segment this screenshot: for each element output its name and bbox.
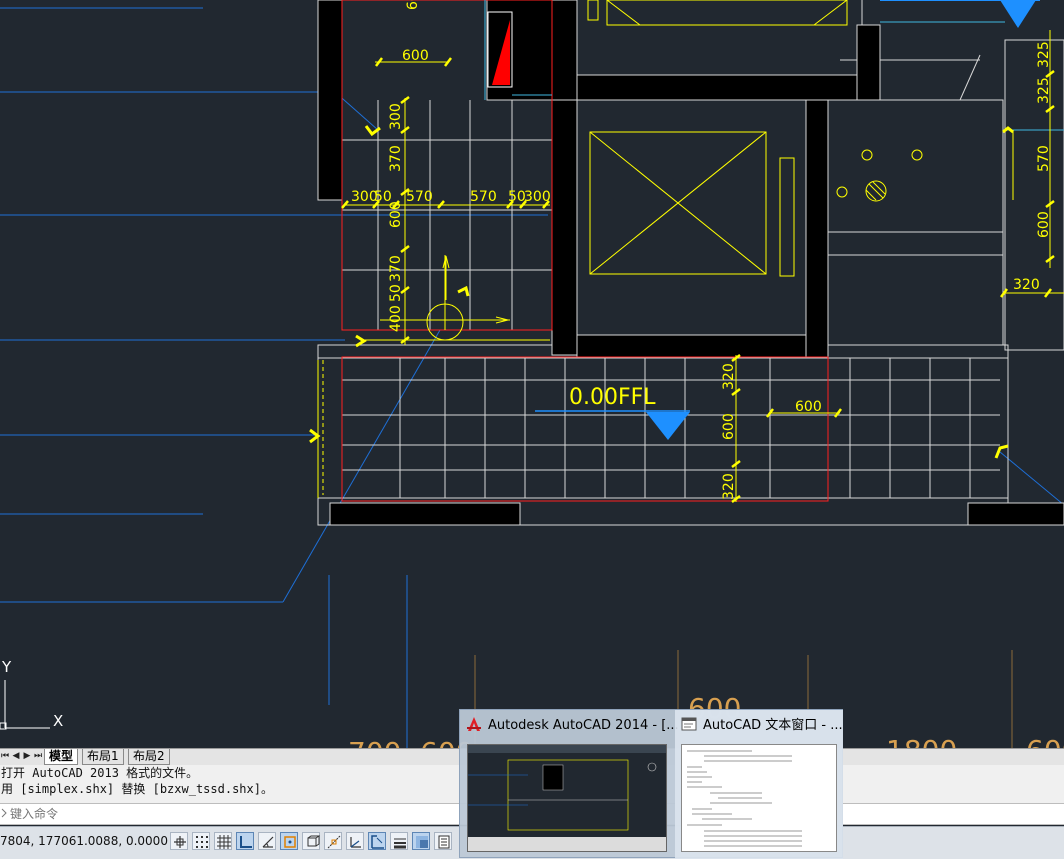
dim-left-50: 50 — [388, 284, 404, 302]
grid-display-toggle[interactable] — [214, 832, 232, 850]
dim-lower-600-horizontal: 600 — [795, 399, 822, 415]
3d-object-snap-toggle[interactable] — [302, 832, 320, 850]
tab-layout2[interactable]: 布局2 — [128, 749, 170, 765]
preview-thumbnail-text-window — [681, 744, 837, 852]
dim-right-325-a: 325 — [1036, 41, 1052, 68]
preview-text-window[interactable]: AutoCAD 文本窗口 - ... — [675, 710, 843, 859]
coordinate-readout: 7804, 177061.0088, 0.0000 — [0, 834, 168, 848]
dynamic-ucs-toggle[interactable] — [346, 832, 364, 850]
dim-row-300-right: 300 — [524, 189, 551, 205]
dim-lower-320-top: 320 — [721, 363, 737, 390]
quick-properties-toggle[interactable] — [434, 832, 452, 850]
dim-row-570-b: 570 — [470, 189, 497, 205]
preview-autocad-window[interactable]: Autodesk AutoCAD 2014 - [... — [460, 710, 679, 859]
cad-drawing[interactable]: 600 600 300 370 600 370 50 400 300 50 57… — [0, 0, 1064, 748]
dim-left-370-b: 370 — [388, 255, 404, 282]
dim-top-600: 600 — [402, 48, 429, 64]
transparency-toggle[interactable] — [412, 832, 430, 850]
blue-leader-lines — [0, 7, 1064, 748]
north-arrow — [442, 255, 509, 324]
preview-title-autocad: Autodesk AutoCAD 2014 - [... — [488, 718, 679, 733]
dim-bottom-700: 700 — [348, 736, 401, 748]
next-tab-arrow-icon[interactable]: ▶ — [22, 750, 32, 763]
dim-bottom-600-c: 600 — [1026, 734, 1064, 748]
dim-bottom-1800: 1800 — [886, 734, 957, 748]
infer-constraints-toggle[interactable] — [170, 832, 188, 850]
tab-layout1[interactable]: 布局1 — [82, 749, 124, 765]
dynamic-input-toggle[interactable] — [368, 832, 386, 850]
snap-mode-toggle[interactable] — [192, 832, 210, 850]
dim-row-570-a: 570 — [406, 189, 433, 205]
dim-lower-320-bottom: 320 — [721, 473, 737, 500]
object-snap-toggle[interactable] — [280, 832, 298, 850]
dim-right-570: 570 — [1036, 145, 1052, 172]
dim-top-600-vertical: 600 — [405, 0, 421, 10]
preview-thumbnail-autocad — [467, 744, 667, 852]
last-tab-arrow-icon[interactable]: ⏭ — [33, 750, 43, 763]
ucs-x-label: X — [53, 712, 63, 730]
polar-tracking-toggle[interactable] — [258, 832, 276, 850]
command-input[interactable] — [10, 805, 450, 822]
taskbar-preview-popup: Autodesk AutoCAD 2014 - [... AutoCAD 文本窗… — [459, 709, 843, 859]
level-marker — [646, 412, 690, 440]
tab-model[interactable]: 模型 — [44, 749, 79, 765]
drawing-canvas[interactable]: 600 600 300 370 600 370 50 400 300 50 57… — [0, 0, 1064, 748]
level-label: 0.00FFL — [569, 385, 656, 410]
autocad-app-icon — [466, 716, 482, 732]
section-markers — [309, 125, 1014, 459]
preview-title-text-window: AutoCAD 文本窗口 - ... — [703, 718, 843, 733]
ortho-mode-toggle[interactable] — [236, 832, 254, 850]
text-window-icon — [681, 716, 697, 732]
dim-left-600: 600 — [388, 201, 404, 228]
dim-left-300: 300 — [388, 103, 404, 130]
lineweight-toggle[interactable] — [390, 832, 408, 850]
ucs-icon — [0, 680, 50, 730]
command-prompt-icon — [1, 807, 7, 819]
dim-left-400: 400 — [388, 305, 404, 332]
dim-row-50-left: 50 — [374, 189, 392, 205]
dimension-ticks — [341, 57, 1055, 503]
object-snap-tracking-toggle[interactable] — [324, 832, 342, 850]
dim-right-325-b: 325 — [1036, 77, 1052, 104]
level-marker-top — [1000, 0, 1036, 28]
first-tab-arrow-icon[interactable]: ⏮ — [0, 750, 10, 763]
ucs-y-label: Y — [1, 658, 12, 676]
prev-tab-arrow-icon[interactable]: ◀ — [11, 750, 21, 763]
dim-right-320: 320 — [1013, 277, 1040, 293]
dim-lower-600: 600 — [721, 413, 737, 440]
dim-right-600: 600 — [1036, 211, 1052, 238]
dim-left-370-a: 370 — [388, 145, 404, 172]
